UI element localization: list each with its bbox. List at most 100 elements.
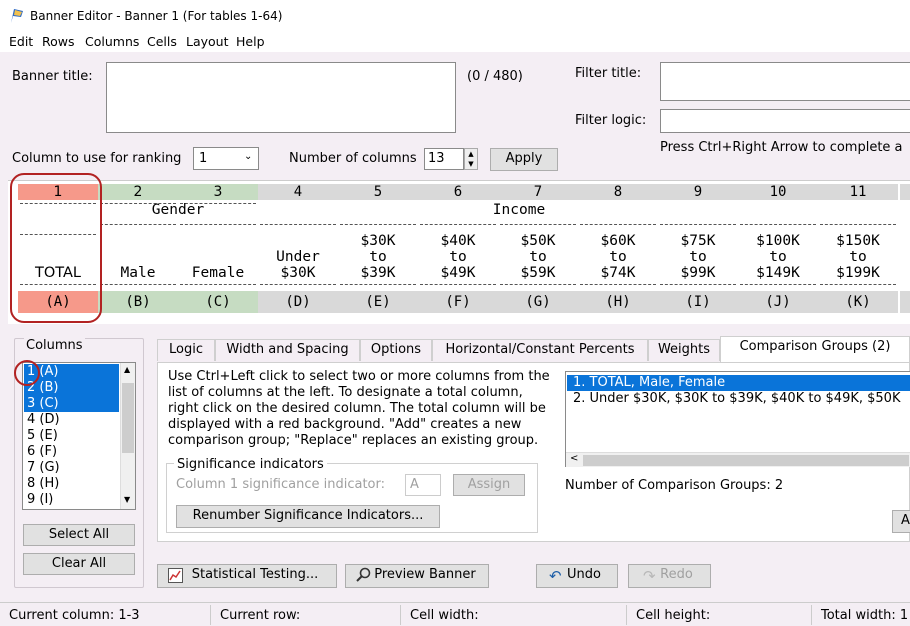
- tab-horizontal-percents[interactable]: Horizontal/Constant Percents: [432, 339, 648, 361]
- apply-button[interactable]: Apply: [490, 148, 558, 171]
- app-flag-icon: [11, 9, 23, 23]
- tab-strip: Logic Width and Spacing Options Horizont…: [157, 336, 910, 363]
- list-item[interactable]: 6 (F): [24, 444, 57, 460]
- col-label-2: to: [369, 249, 387, 265]
- grid-col-9[interactable]: 9 $75K to $99K (I): [658, 181, 738, 321]
- tab-options[interactable]: Options: [360, 339, 432, 361]
- instruction-line: right click on the desired column. The t…: [168, 401, 546, 416]
- renumber-button[interactable]: Renumber Significance Indicators...: [176, 505, 440, 528]
- num-columns-spinner[interactable]: ▲ ▼: [464, 148, 478, 170]
- grid-col-4[interactable]: 4 Under $30K (D): [258, 181, 338, 321]
- list-item[interactable]: 7 (G): [24, 460, 60, 476]
- col-label-1: $40K: [440, 233, 476, 249]
- menu-layout[interactable]: Layout: [186, 34, 229, 49]
- menu-rows[interactable]: Rows: [42, 34, 75, 49]
- comparison-groups-list[interactable]: 1. TOTAL, Male, Female 2. Under $30K, $3…: [565, 371, 910, 467]
- selection-highlight-circle: [14, 360, 40, 386]
- window-title: Banner Editor - Banner 1 (For tables 1-6…: [30, 9, 283, 23]
- tab-logic[interactable]: Logic: [157, 339, 215, 361]
- add-button[interactable]: A: [892, 510, 910, 533]
- col-label-3: $59K: [520, 265, 556, 281]
- num-columns-value: 13: [428, 151, 445, 166]
- chart-icon: [168, 568, 183, 583]
- num-columns-input[interactable]: 13: [424, 148, 464, 170]
- total-column-highlight: [10, 173, 102, 323]
- tab-width-spacing[interactable]: Width and Spacing: [215, 339, 360, 361]
- col-label-1: $150K: [836, 233, 880, 249]
- col-label-2: to: [529, 249, 547, 265]
- grid-col-7[interactable]: 7 $50K to $59K (G): [498, 181, 578, 321]
- clear-all-button[interactable]: Clear All: [23, 553, 135, 575]
- list-scrollbar[interactable]: ▲ ▼: [120, 363, 135, 509]
- menu-edit[interactable]: Edit: [9, 34, 33, 49]
- col-letter: (H): [578, 291, 658, 313]
- menu-columns[interactable]: Columns: [85, 34, 139, 49]
- col-letter: (C): [178, 291, 258, 313]
- chevron-down-icon: ▼: [124, 495, 131, 504]
- col-letter: (G): [498, 291, 578, 313]
- col-label-3: $30K: [280, 265, 316, 281]
- col-label-2: to: [689, 249, 707, 265]
- significance-label: Column 1 significance indicator:: [176, 477, 386, 492]
- select-all-button[interactable]: Select All: [23, 524, 135, 546]
- status-total-width: Total width: 1: [821, 608, 909, 623]
- list-item[interactable]: 5 (E): [24, 428, 58, 444]
- tab-comparison-groups[interactable]: Comparison Groups (2): [720, 336, 910, 362]
- list-item[interactable]: 8 (H): [24, 476, 59, 492]
- filter-logic-input[interactable]: [660, 109, 910, 133]
- col-label-1: $75K: [680, 233, 716, 249]
- col-number: 7: [498, 184, 578, 200]
- ranking-label: Column to use for ranking: [12, 151, 182, 166]
- col-label-3: $199K: [836, 265, 880, 281]
- menu-cells[interactable]: Cells: [147, 34, 177, 49]
- col-label: Male: [120, 265, 156, 281]
- undo-button[interactable]: ↶ Undo: [536, 564, 618, 588]
- filter-title-label: Filter title:: [575, 66, 642, 81]
- instruction-line: displayed with a red background. "Add" c…: [168, 417, 522, 432]
- grid-col-10[interactable]: 10 $100K to $149K (J): [738, 181, 818, 321]
- columns-listbox[interactable]: 1 (A) 2 (B) 3 (C) 4 (D) 5 (E) 6 (F) 7 (G…: [22, 362, 136, 510]
- menu-bar: Edit Rows Columns Cells Layout Help: [0, 32, 910, 52]
- grid-col-5[interactable]: 5 $30K to $39K (E): [338, 181, 418, 321]
- assign-button[interactable]: Assign: [453, 474, 525, 496]
- preview-banner-button[interactable]: Preview Banner: [345, 564, 489, 588]
- list-item[interactable]: 1. TOTAL, Male, Female: [567, 375, 910, 391]
- scroll-thumb[interactable]: [583, 455, 909, 466]
- grid-col-8[interactable]: 8 $60K to $74K (H): [578, 181, 658, 321]
- grid-col-12-partial[interactable]: [900, 181, 910, 321]
- tab-weights[interactable]: Weights: [648, 339, 720, 361]
- col-number: 10: [738, 184, 818, 200]
- scroll-thumb[interactable]: [122, 383, 134, 453]
- col-label-1: $30K: [360, 233, 396, 249]
- ranking-select[interactable]: 1 ⌄: [193, 147, 259, 170]
- banner-title-label: Banner title:: [12, 69, 93, 84]
- status-bar: Current column: 1-3 Current row: Cell wi…: [0, 602, 910, 626]
- list-item[interactable]: 4 (D): [24, 412, 60, 428]
- col-letter: (J): [738, 291, 818, 313]
- grid-col-6[interactable]: 6 $40K to $49K (F): [418, 181, 498, 321]
- instructions-text: Use Ctrl+Left click to select two or mor…: [168, 369, 550, 449]
- list-item[interactable]: 3 (C): [24, 396, 119, 412]
- preview-banner-label: Preview Banner: [374, 567, 476, 582]
- grid-col-11[interactable]: 11 $150K to $199K (K): [818, 181, 898, 321]
- instruction-line: list of columns at the left. To designat…: [168, 385, 523, 400]
- list-item[interactable]: 2 (B): [24, 380, 119, 396]
- col-label-3: $149K: [756, 265, 800, 281]
- col-label-2: to: [769, 249, 787, 265]
- filter-title-input[interactable]: [660, 62, 910, 101]
- group-gender: Gender: [151, 202, 205, 218]
- tab-panel: Use Ctrl+Left click to select two or mor…: [157, 362, 910, 542]
- col-number: 4: [258, 184, 338, 200]
- statistical-testing-button[interactable]: Statistical Testing...: [157, 564, 337, 588]
- banner-title-input[interactable]: [106, 62, 456, 133]
- magnifier-icon: [355, 567, 371, 590]
- filter-logic-label: Filter logic:: [575, 113, 647, 128]
- redo-button[interactable]: ↷ Redo: [628, 564, 711, 588]
- menu-help[interactable]: Help: [236, 34, 265, 49]
- redo-label: Redo: [660, 567, 693, 582]
- significance-input[interactable]: A: [405, 474, 441, 496]
- list-item[interactable]: 2. Under $30K, $30K to $39K, $40K to $49…: [567, 391, 910, 407]
- filter-hint: Press Ctrl+Right Arrow to complete a: [660, 140, 903, 155]
- list-item[interactable]: 9 (I): [24, 492, 53, 508]
- horizontal-scrollbar[interactable]: <: [566, 452, 910, 467]
